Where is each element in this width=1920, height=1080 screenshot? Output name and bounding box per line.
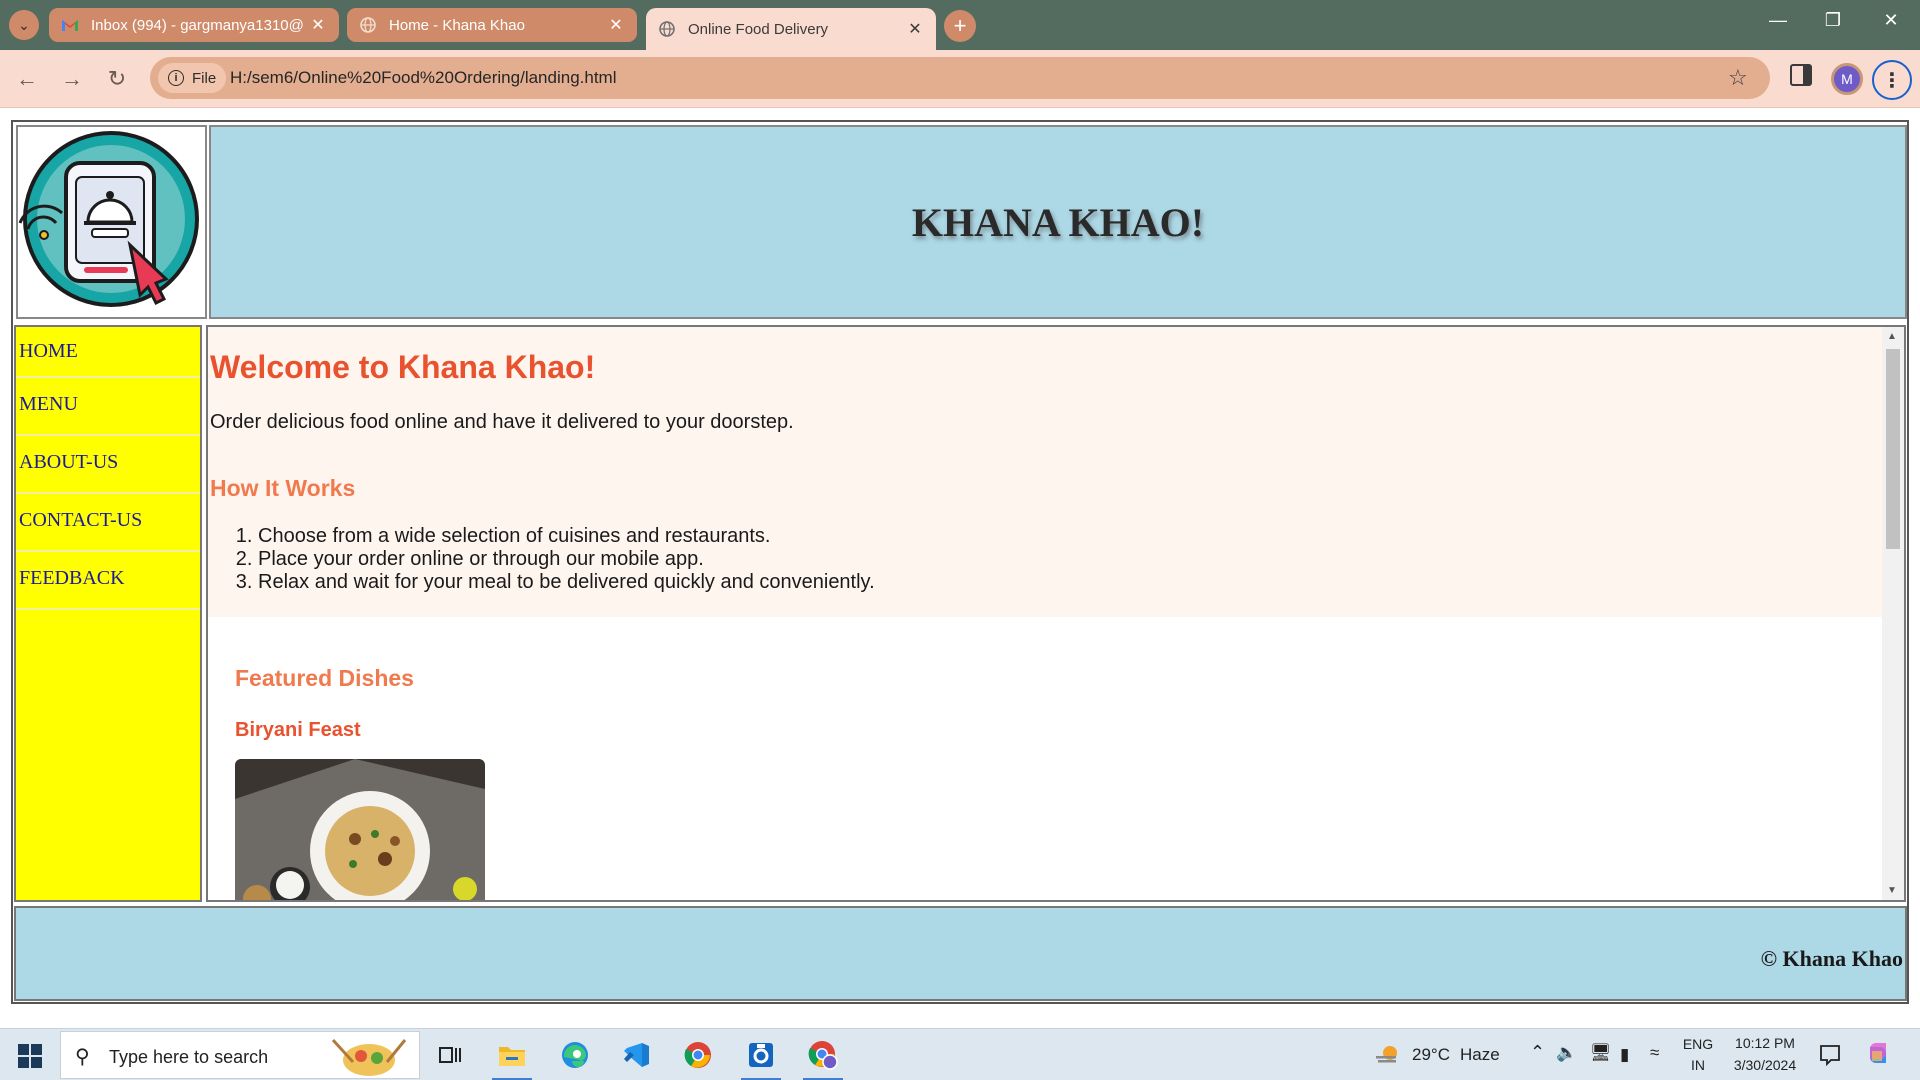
- web-page: KHANA KHAO! HOME MENU ABOUT-US CONTACT-U…: [0, 109, 1920, 1025]
- logo-frame: [16, 125, 207, 319]
- nav-link-about-us[interactable]: ABOUT-US: [16, 436, 200, 494]
- copilot-icon[interactable]: [1856, 1035, 1900, 1075]
- battery-icon[interactable]: ▮: [1620, 1045, 1629, 1065]
- search-highlight-illustration: [331, 1038, 407, 1076]
- footer-frame: © Khana Khao: [14, 906, 1907, 1001]
- site-info-label: File: [192, 69, 217, 87]
- tab-title: Online Food Delivery: [688, 20, 829, 38]
- food-delivery-logo: [18, 131, 199, 307]
- back-button[interactable]: ←: [12, 64, 42, 94]
- site-info-chip[interactable]: i File: [158, 63, 227, 93]
- forward-button[interactable]: →: [57, 64, 87, 94]
- list-item: Choose from a wide selection of cuisines…: [258, 525, 875, 548]
- avatar[interactable]: M: [1831, 63, 1863, 95]
- featured-dishes-heading: Featured Dishes: [235, 665, 414, 691]
- taskbar-search-box[interactable]: ⚲ Type here to search: [60, 1031, 420, 1079]
- weather-condition[interactable]: Haze: [1460, 1045, 1500, 1065]
- browser-toolbar: ← → ↻ i File H:/sem6/Online%20Food%20Ord…: [0, 50, 1920, 108]
- windows-taskbar: ⚲ Type here to search 29°C Haze ⌃ 🔈 🖥 ▮: [0, 1028, 1920, 1080]
- address-bar[interactable]: i File H:/sem6/Online%20Food%20Ordering/…: [150, 57, 1770, 99]
- windows-start-icon[interactable]: [18, 1044, 42, 1068]
- weather-haze-icon[interactable]: [1366, 1035, 1410, 1075]
- intro-text: Order delicious food online and have it …: [210, 411, 794, 433]
- reload-icon: ↻: [107, 66, 127, 91]
- plus-icon: +: [953, 13, 967, 38]
- search-icon: ⚲: [75, 1046, 90, 1068]
- url-text[interactable]: H:/sem6/Online%20Food%20Ordering/landing…: [230, 68, 616, 88]
- tab-gmail[interactable]: Inbox (994) - gargmanya1310@ ✕: [49, 8, 339, 42]
- close-icon[interactable]: ✕: [906, 19, 924, 39]
- bookmark-star-icon[interactable]: ☆: [1728, 65, 1748, 91]
- scroll-thumb[interactable]: [1886, 349, 1900, 549]
- outlook-icon[interactable]: [739, 1035, 783, 1080]
- wifi-icon[interactable]: ≈: [1650, 1043, 1659, 1063]
- biryani-photo: [235, 759, 485, 900]
- dish-name: Biryani Feast: [235, 719, 361, 741]
- site-title: KHANA KHAO!: [911, 199, 1205, 245]
- chevron-down-icon: ⌄: [18, 16, 30, 33]
- globe-icon: [658, 20, 676, 38]
- info-icon: i: [168, 70, 184, 86]
- how-it-works-heading: How It Works: [210, 475, 356, 501]
- profile-initial: M: [1841, 71, 1853, 87]
- chrome-profile-icon[interactable]: [801, 1035, 845, 1080]
- tab-search-button[interactable]: ⌄: [9, 10, 39, 40]
- gmail-icon: [61, 16, 79, 34]
- tab-title: Inbox (994) - gargmanya1310@: [91, 16, 304, 34]
- close-window-button[interactable]: ✕: [1876, 10, 1906, 31]
- nav-link-feedback[interactable]: FEEDBACK: [16, 552, 200, 610]
- arrow-left-icon: ←: [16, 66, 38, 91]
- welcome-heading: Welcome to Khana Khao!: [210, 349, 596, 385]
- edge-icon[interactable]: [553, 1035, 597, 1075]
- kebab-menu-icon[interactable]: ⋮: [1872, 60, 1912, 100]
- speaker-icon[interactable]: 🔈: [1556, 1043, 1577, 1063]
- network-monitor-icon[interactable]: 🖥: [1590, 1043, 1612, 1063]
- tab-online-food-delivery[interactable]: Online Food Delivery ✕: [646, 8, 936, 50]
- restore-button[interactable]: ❐: [1818, 10, 1848, 31]
- side-panel-icon[interactable]: [1790, 64, 1812, 86]
- scroll-down-arrow-icon[interactable]: ▼: [1887, 885, 1897, 896]
- new-tab-button[interactable]: +: [944, 10, 976, 42]
- content-frame[interactable]: Welcome to Khana Khao! Order delicious f…: [206, 325, 1906, 902]
- arrow-right-icon: →: [61, 66, 83, 91]
- language-code[interactable]: ENG: [1682, 1036, 1714, 1052]
- nav-frame: HOME MENU ABOUT-US CONTACT-US FEEDBACK: [14, 325, 202, 902]
- browser-tab-strip: ⌄ Inbox (994) - gargmanya1310@ ✕ Home - …: [0, 0, 1920, 50]
- vscode-icon[interactable]: [614, 1035, 658, 1075]
- reload-button[interactable]: ↻: [102, 64, 132, 94]
- task-view-icon[interactable]: [428, 1035, 472, 1075]
- chrome-icon[interactable]: [676, 1035, 720, 1075]
- list-item: Place your order online or through our m…: [258, 548, 875, 571]
- close-icon[interactable]: ✕: [309, 15, 327, 35]
- intro-section: Welcome to Khana Khao! Order delicious f…: [208, 327, 1884, 617]
- search-placeholder: Type here to search: [109, 1047, 269, 1067]
- file-explorer-icon[interactable]: [490, 1035, 534, 1080]
- header-banner: KHANA KHAO!: [209, 125, 1907, 319]
- chevron-up-icon[interactable]: ⌃: [1530, 1042, 1545, 1063]
- globe-icon: [359, 16, 377, 34]
- weather-temperature[interactable]: 29°C: [1412, 1045, 1450, 1065]
- steps-list: Choose from a wide selection of cuisines…: [258, 525, 875, 594]
- footer-copyright: © Khana Khao: [1760, 946, 1903, 971]
- language-region[interactable]: IN: [1682, 1057, 1714, 1073]
- scroll-up-arrow-icon[interactable]: ▲: [1887, 331, 1897, 342]
- nav-link-contact-us[interactable]: CONTACT-US: [16, 494, 200, 552]
- content-scrollbar[interactable]: ▲ ▼: [1882, 327, 1904, 900]
- clock-time[interactable]: 10:12 PM: [1722, 1035, 1808, 1051]
- nav-link-home[interactable]: HOME: [16, 327, 200, 378]
- close-icon[interactable]: ✕: [607, 15, 625, 35]
- list-item: Relax and wait for your meal to be deliv…: [258, 571, 875, 594]
- nav-link-menu[interactable]: MENU: [16, 378, 200, 436]
- tab-title: Home - Khana Khao: [389, 16, 525, 34]
- minimize-button[interactable]: —: [1763, 10, 1793, 31]
- notifications-icon[interactable]: [1808, 1035, 1852, 1075]
- clock-date[interactable]: 3/30/2024: [1722, 1057, 1808, 1073]
- tab-home-khana-khao[interactable]: Home - Khana Khao ✕: [347, 8, 637, 42]
